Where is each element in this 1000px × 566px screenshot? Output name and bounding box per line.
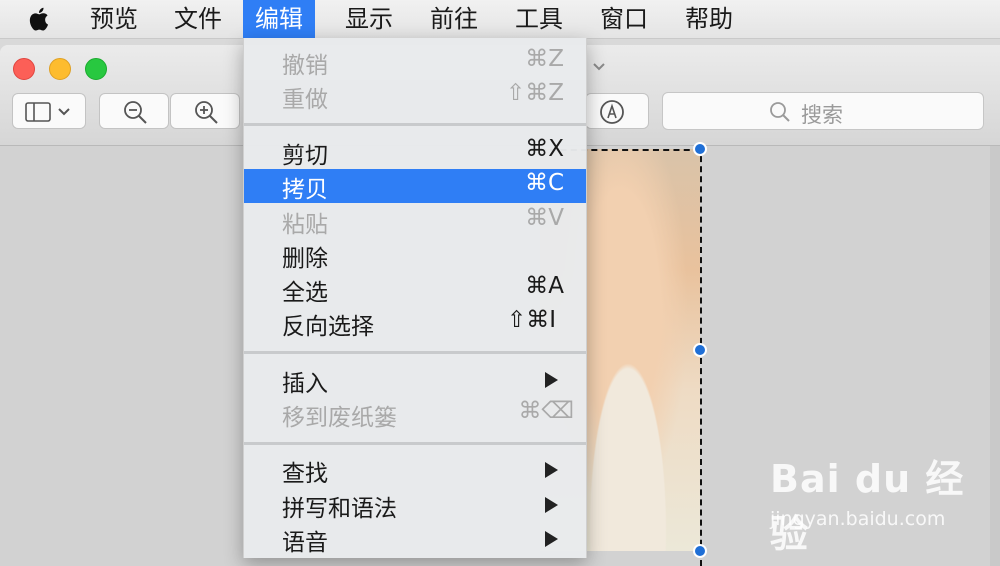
menu-item-label: 插入 <box>282 371 328 397</box>
menu-item-label: 重做 <box>282 87 328 113</box>
menu-item-label: 删除 <box>282 246 328 272</box>
menu-item-shortcut: ⌘A <box>525 273 564 299</box>
search-field[interactable]: 搜索 <box>662 92 984 130</box>
menu-item-shortcut: ⌘Z <box>525 46 564 72</box>
menu-item-shortcut: ⌘C <box>524 170 564 196</box>
zoom-out-button[interactable] <box>99 93 169 129</box>
menu-item-copy[interactable]: 拷贝 ⌘C <box>244 169 586 203</box>
menu-item-label: 反向选择 <box>282 314 374 340</box>
markup-button[interactable] <box>585 93 649 129</box>
menu-bar: 预览 文件 编辑 显示 前往 工具 窗口 帮助 <box>0 0 1000 39</box>
menu-item-shortcut: ⇧⌘Z <box>505 80 564 106</box>
menu-item-shortcut: ⌘V <box>525 205 564 231</box>
menu-item-cut[interactable]: 剪切 ⌘X <box>244 135 586 169</box>
zoom-button[interactable] <box>85 58 107 80</box>
menu-preview[interactable]: 预览 <box>78 0 150 38</box>
menu-help[interactable]: 帮助 <box>673 0 745 38</box>
menu-item-label: 移到废纸篓 <box>282 405 397 431</box>
menu-tools[interactable]: 工具 <box>503 0 575 38</box>
menu-window[interactable]: 窗口 <box>588 0 660 38</box>
menu-separator <box>244 442 586 445</box>
menu-separator <box>244 123 586 126</box>
submenu-arrow-icon <box>545 497 558 513</box>
menu-item-redo[interactable]: 重做 ⇧⌘Z <box>244 79 586 113</box>
close-button[interactable] <box>13 58 35 80</box>
menu-view[interactable]: 显示 <box>333 0 405 38</box>
title-chevron-down-icon[interactable] <box>590 57 608 75</box>
watermark-brand: Bai du 经验 <box>770 457 965 556</box>
zoom-out-icon <box>124 101 147 124</box>
menu-item-speech[interactable]: 语音 <box>244 522 586 556</box>
selection-handle-right[interactable] <box>693 343 707 357</box>
menu-separator <box>244 351 586 354</box>
selection-handle-top-right[interactable] <box>693 142 707 156</box>
watermark-url: jingyan.baidu.com <box>770 508 946 530</box>
menu-item-label: 撤销 <box>282 53 328 79</box>
sidebar-toggle-icon <box>25 102 70 122</box>
sidebar-toggle-button[interactable] <box>12 93 86 129</box>
menu-item-label: 粘贴 <box>282 212 328 238</box>
menu-item-find[interactable]: 查找 <box>244 453 586 487</box>
search-icon <box>770 102 790 122</box>
menu-item-label: 全选 <box>282 280 328 306</box>
menu-item-paste[interactable]: 粘贴 ⌘V <box>244 204 586 238</box>
menu-item-select-all[interactable]: 全选 ⌘A <box>244 272 586 306</box>
search-placeholder: 搜索 <box>801 103 843 127</box>
minimize-button[interactable] <box>49 58 71 80</box>
menu-item-label: 剪切 <box>282 143 328 169</box>
menu-item-shortcut: ⌘⌫ <box>518 398 574 424</box>
menu-item-insert[interactable]: 插入 <box>244 363 586 397</box>
markup-pen-icon <box>600 100 624 124</box>
menu-item-label: 查找 <box>282 461 328 487</box>
menu-item-label: 语音 <box>282 530 328 556</box>
submenu-arrow-icon <box>545 531 558 547</box>
menu-file[interactable]: 文件 <box>162 0 234 38</box>
submenu-arrow-icon <box>545 372 558 388</box>
menu-item-label: 拷贝 <box>282 177 328 203</box>
menu-item-delete[interactable]: 删除 <box>244 238 586 272</box>
menu-item-undo[interactable]: 撤销 ⌘Z <box>244 45 586 79</box>
menu-edit[interactable]: 编辑 <box>243 0 315 38</box>
zoom-in-icon <box>195 101 218 124</box>
selection-handle-bottom-right[interactable] <box>693 544 707 558</box>
zoom-in-button[interactable] <box>170 93 240 129</box>
edit-menu-dropdown: 撤销 ⌘Z 重做 ⇧⌘Z 剪切 ⌘X 拷贝 ⌘C 粘贴 ⌘V 删除 全选 ⌘A … <box>243 38 587 558</box>
menu-item-spelling-grammar[interactable]: 拼写和语法 <box>244 488 586 522</box>
menu-item-label: 拼写和语法 <box>282 496 397 522</box>
menu-item-shortcut: ⌘X <box>525 136 564 162</box>
menu-item-move-to-trash[interactable]: 移到废纸篓 ⌘⌫ <box>244 397 586 431</box>
menu-go[interactable]: 前往 <box>418 0 490 38</box>
apple-logo-icon[interactable] <box>26 5 54 33</box>
menu-item-invert-selection[interactable]: 反向选择 ⇧⌘I <box>244 306 586 340</box>
baidu-jingyan-watermark: Bai du 经验 jingyan.baidu.com <box>770 448 1000 556</box>
submenu-arrow-icon <box>545 462 558 478</box>
menu-item-shortcut: ⇧⌘I <box>506 307 556 333</box>
